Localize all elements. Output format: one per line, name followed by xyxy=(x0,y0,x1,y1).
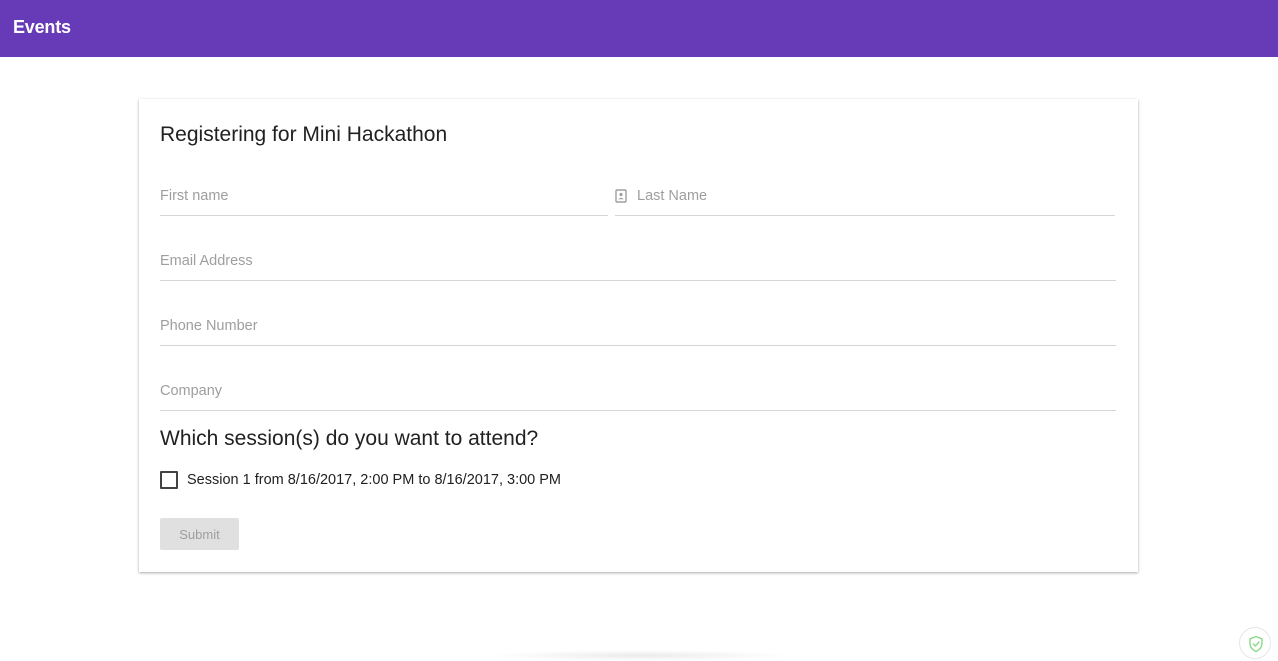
session-option[interactable]: Session 1 from 8/16/2017, 2:00 PM to 8/1… xyxy=(160,471,561,489)
app-bar: Events xyxy=(0,0,1278,57)
company-input[interactable] xyxy=(160,376,1116,406)
phone-input[interactable] xyxy=(160,311,1116,341)
shield-check-icon xyxy=(1249,635,1263,653)
company-field xyxy=(160,376,1116,411)
session-checkbox[interactable] xyxy=(160,471,178,489)
contact-card-icon xyxy=(615,189,627,203)
last-name-input[interactable] xyxy=(637,181,1115,211)
registration-card: Registering for Mini Hackathon Which ses… xyxy=(139,99,1138,572)
form-title: Registering for Mini Hackathon xyxy=(160,123,448,146)
first-name-input[interactable] xyxy=(160,181,608,211)
submit-button[interactable]: Submit xyxy=(160,518,239,550)
security-badge[interactable] xyxy=(1239,627,1271,659)
last-name-field xyxy=(615,181,1115,216)
bottom-shadow xyxy=(490,650,790,661)
sessions-heading: Which session(s) do you want to attend? xyxy=(160,427,539,450)
session-label: Session 1 from 8/16/2017, 2:00 PM to 8/1… xyxy=(187,472,562,488)
app-title: Events xyxy=(13,17,71,37)
email-field xyxy=(160,246,1116,281)
phone-field xyxy=(160,311,1116,346)
email-input[interactable] xyxy=(160,246,1116,276)
first-name-field xyxy=(160,181,608,216)
